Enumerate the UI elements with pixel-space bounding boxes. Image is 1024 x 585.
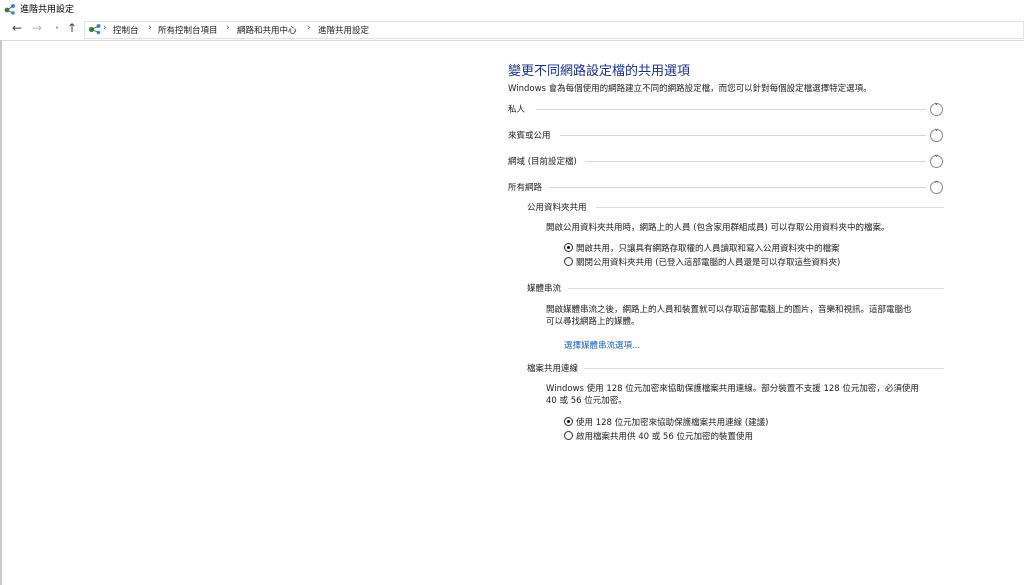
profile-guest-public-label[interactable]: 來賓或公用: [508, 129, 551, 141]
radio-label: 使用 128 位元加密來協助保護檔案共用連線 (建議): [576, 418, 769, 428]
breadcrumb-item[interactable]: 進階共用設定: [318, 24, 369, 36]
window-left-border: [0, 40, 2, 585]
subsection-divider: [596, 207, 944, 208]
breadcrumb-item[interactable]: 控制台: [113, 24, 139, 36]
radio-button-selected[interactable]: [564, 417, 573, 426]
radio-label: 啟用檔案共用供 40 或 56 位元加密的裝置使用: [576, 432, 753, 442]
expand-domain-button[interactable]: ˅: [930, 155, 943, 168]
expand-private-button[interactable]: ˅: [930, 103, 943, 116]
subsection-divider: [584, 368, 944, 369]
breadcrumb-item[interactable]: 網路和共用中心: [237, 24, 297, 36]
breadcrumb-separator-icon: ›: [307, 23, 311, 33]
section-divider: [536, 109, 926, 110]
subsection-divider: [568, 288, 944, 289]
chevron-down-icon: ˅: [934, 103, 939, 113]
breadcrumb-separator-icon: ›: [148, 23, 152, 33]
page-title: 變更不同網路設定檔的共用選項: [508, 64, 691, 79]
file-sharing-connections-title: 檔案共用連線: [527, 364, 579, 374]
radio-label: 開啟共用，只讓具有網路存取權的人員讀取和寫入公用資料夾中的檔案: [576, 244, 840, 254]
profile-private-label[interactable]: 私人: [508, 103, 525, 115]
section-divider: [549, 187, 926, 188]
radio-label: 關閉公用資料夾共用 (已登入這部電腦的人員還是可以存取這些資料夾): [576, 258, 841, 268]
breadcrumb-separator-icon: ›: [226, 23, 230, 33]
profile-all-networks-label[interactable]: 所有網路: [508, 181, 542, 193]
chevron-up-icon: ˄: [934, 181, 939, 191]
navigation-bar: ← → ˅ ↑ › 控制台 › 所有控制台項目 › 網路和共用中心 › 進階共用…: [0, 18, 1024, 41]
up-arrow-icon[interactable]: ↑: [67, 21, 77, 35]
address-bar[interactable]: › 控制台 › 所有控制台項目 › 網路和共用中心 › 進階共用設定: [84, 21, 1024, 39]
recent-locations-chevron-icon[interactable]: ˅: [55, 24, 59, 38]
choose-media-streaming-options-link[interactable]: 選擇媒體串流選項...: [564, 339, 640, 351]
forward-arrow-icon[interactable]: →: [32, 21, 42, 35]
media-streaming-description-line1: 開啟媒體串流之後，網路上的人員和裝置就可以存取這部電腦上的圖片，音樂和視訊。這部…: [546, 305, 912, 315]
control-panel-icon: [88, 24, 101, 35]
section-divider: [585, 161, 926, 162]
media-streaming-description-line2: 可以尋找網路上的媒體。: [546, 317, 640, 327]
title-bar: 進階共用設定: [0, 0, 1024, 18]
breadcrumb-separator-icon: ›: [103, 23, 107, 33]
breadcrumb-item[interactable]: 所有控制台項目: [158, 24, 218, 36]
chevron-down-icon: ˅: [934, 129, 939, 139]
chevron-down-icon: ˅: [934, 155, 939, 165]
collapse-all-networks-button[interactable]: ˄: [930, 181, 943, 194]
radio-button-selected[interactable]: [564, 243, 573, 252]
network-icon: [4, 4, 15, 15]
window-title: 進階共用設定: [20, 5, 75, 15]
public-folder-description: 開啟公用資料夾共用時，網路上的人員 (包含家用群組成員) 可以存取公用資料夾中的…: [546, 223, 890, 233]
file-sharing-description-line2: 40 或 56 位元加密。: [546, 396, 627, 406]
page-description: Windows 會為每個使用的網路建立不同的網路設定檔，而您可以針對每個設定檔選…: [508, 84, 872, 94]
expand-guest-public-button[interactable]: ˅: [930, 129, 943, 142]
media-streaming-title: 媒體串流: [527, 284, 562, 294]
back-arrow-icon[interactable]: ←: [12, 21, 22, 35]
section-divider: [560, 135, 926, 136]
radio-button[interactable]: [564, 257, 573, 266]
radio-button[interactable]: [564, 431, 573, 440]
public-folder-sharing-title: 公用資料夾共用: [527, 203, 587, 213]
file-sharing-description-line1: Windows 使用 128 位元加密來協助保護檔案共用連線。部分裝置不支援 1…: [546, 384, 919, 394]
profile-domain-label[interactable]: 網域 (目前設定檔): [508, 155, 577, 167]
